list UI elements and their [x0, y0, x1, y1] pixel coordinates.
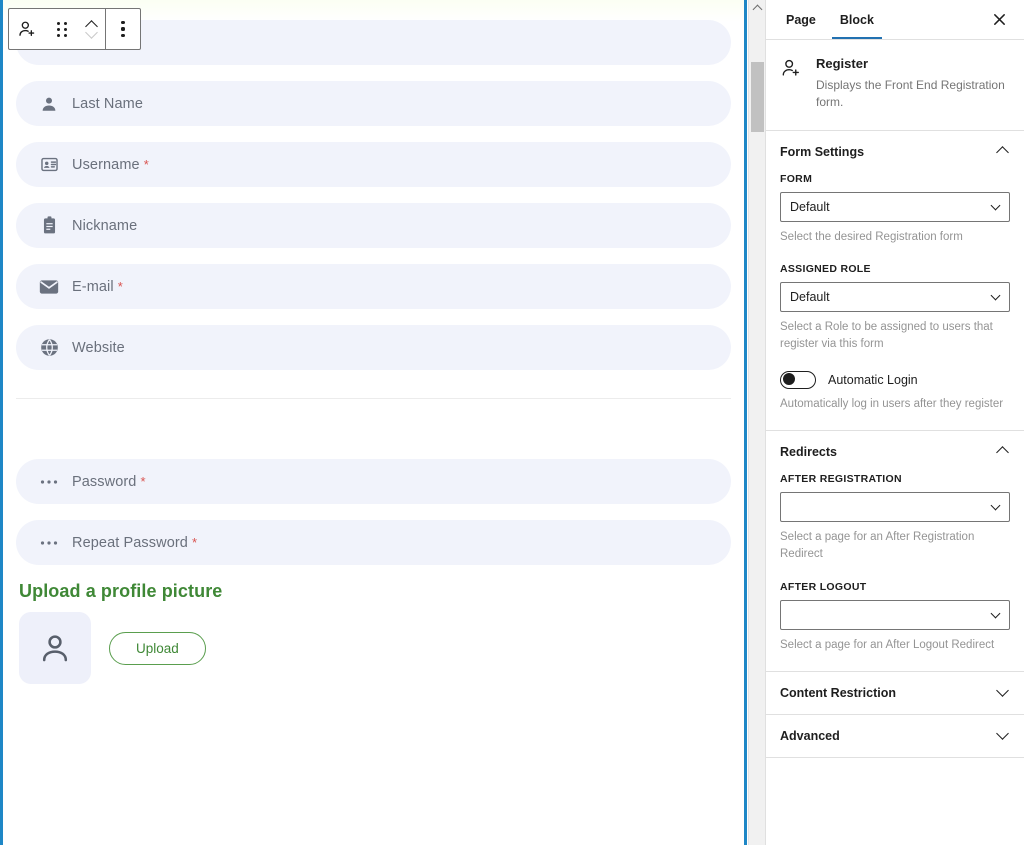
clipboard-icon: [38, 215, 60, 237]
editor-scrollbar[interactable]: [748, 0, 765, 845]
form-field-label: E-mail: [72, 278, 114, 295]
upload-profile-picture-button[interactable]: Upload: [109, 631, 206, 665]
automatic-login-row: Automatic Login: [780, 370, 1010, 389]
chevron-down-icon: [996, 688, 1010, 698]
required-marker: *: [143, 157, 149, 172]
chevron-down-icon: [991, 293, 1001, 300]
chevron-down-icon: [991, 503, 1001, 510]
form-divider: [16, 398, 731, 399]
person-icon: [38, 93, 60, 115]
panel-redirects-body: AFTER REGISTRATION Select a page for an …: [766, 473, 1024, 671]
panel-title: Form Settings: [780, 144, 865, 159]
assigned-role-select[interactable]: Default: [780, 282, 1010, 313]
panel-form-settings-body: FORM Default Select the desired Registra…: [766, 173, 1024, 431]
block-info-text: Register Displays the Front End Registra…: [816, 56, 1006, 112]
panel-title: Redirects: [780, 445, 837, 460]
panel-redirects: Redirects AFTER REGISTRATION Select a pa…: [766, 431, 1024, 673]
block-toolbar: [8, 8, 141, 50]
move-block-arrows[interactable]: [79, 9, 105, 49]
chevron-up-icon: [996, 447, 1010, 457]
form-spacer: [3, 427, 744, 459]
panel-form-settings-header[interactable]: Form Settings: [766, 131, 1024, 173]
panel-content-restriction-header[interactable]: Content Restriction: [766, 672, 1024, 714]
block-title: Register: [816, 56, 869, 71]
automatic-login-toggle[interactable]: [780, 370, 816, 389]
field-label-form: FORM: [780, 172, 813, 185]
more-options-icon[interactable]: [106, 9, 140, 49]
field-label-after-registration: AFTER REGISTRATION: [780, 473, 902, 486]
assigned-role-help: Select a Role to be assigned to users th…: [780, 321, 993, 351]
toggle-knob: [782, 373, 795, 386]
after-registration-help: Select a page for an After Registration …: [780, 531, 975, 561]
chevron-down-icon: [991, 203, 1001, 210]
selected-block-outline-right: [744, 0, 747, 845]
globe-icon: [38, 337, 60, 359]
after-logout-help: Select a page for an After Logout Redire…: [780, 638, 995, 651]
chevron-down-icon: [991, 611, 1001, 618]
panel-form-settings: Form Settings FORM Default Select the de…: [766, 131, 1024, 432]
chevron-up-icon: [996, 147, 1010, 157]
form-field-label: Password: [72, 473, 137, 490]
block-info-card: Register Displays the Front End Registra…: [766, 40, 1024, 131]
editor-screen: Last Name Username * Nickname E-mail * W…: [0, 0, 1024, 845]
panel-content-restriction: Content Restriction: [766, 672, 1024, 716]
after-registration-select[interactable]: [780, 492, 1010, 523]
required-marker: *: [191, 535, 198, 550]
block-toolbar-main-group: [9, 9, 105, 49]
close-icon[interactable]: [986, 7, 1012, 33]
avatar-placeholder-icon[interactable]: [19, 612, 91, 684]
register-user-add-icon[interactable]: [9, 9, 45, 49]
form-field-email[interactable]: E-mail *: [16, 264, 731, 309]
editor-canvas: Last Name Username * Nickname E-mail * W…: [0, 0, 748, 845]
chevron-down-icon: [996, 731, 1010, 741]
form-field-label: Nickname: [72, 217, 138, 234]
form-select-value: Default: [790, 199, 830, 214]
automatic-login-label: Automatic Login: [828, 372, 918, 387]
sidebar-tabs: Page Block: [766, 0, 1024, 40]
panel-advanced: Advanced: [766, 715, 1024, 759]
form-field-password[interactable]: Password *: [16, 459, 731, 504]
required-marker: *: [117, 279, 123, 294]
form-field-last-name[interactable]: Last Name: [16, 81, 731, 126]
registration-form: Last Name Username * Nickname E-mail * W…: [3, 0, 744, 684]
required-marker: *: [140, 474, 146, 489]
form-select[interactable]: Default: [780, 191, 1010, 222]
tab-page[interactable]: Page: [774, 1, 828, 38]
register-user-add-icon: [780, 57, 804, 112]
form-field-username[interactable]: Username *: [16, 142, 731, 187]
ellipsis-icon: [38, 532, 60, 554]
form-field-repeat-password[interactable]: Repeat Password *: [16, 520, 731, 565]
field-label-after-logout: AFTER LOGOUT: [780, 580, 867, 593]
field-label-assigned-role: ASSIGNED ROLE: [780, 263, 871, 276]
block-description: Displays the Front End Registration form…: [816, 78, 1005, 110]
panel-advanced-header[interactable]: Advanced: [766, 715, 1024, 757]
tab-block[interactable]: Block: [828, 1, 886, 39]
block-settings-sidebar: Page Block Register Displays the Front E…: [765, 0, 1024, 845]
form-field-label: Repeat Password: [72, 534, 188, 551]
drag-handle-icon[interactable]: [45, 9, 79, 49]
after-logout-select[interactable]: [780, 599, 1010, 630]
ellipsis-icon: [38, 471, 60, 493]
panel-redirects-header[interactable]: Redirects: [766, 431, 1024, 473]
id-card-icon: [38, 154, 60, 176]
envelope-icon: [38, 276, 60, 298]
assigned-role-value: Default: [790, 290, 830, 305]
scrollbar-up-arrow-icon[interactable]: [753, 4, 762, 10]
panel-title: Advanced: [780, 729, 840, 744]
form-field-nickname[interactable]: Nickname: [16, 203, 731, 248]
form-field-label: Last Name: [72, 95, 144, 112]
move-down-icon: [86, 29, 99, 37]
automatic-login-help: Automatically log in users after they re…: [780, 397, 1004, 410]
form-select-help: Select the desired Registration form: [780, 230, 963, 243]
profile-picture-row: Upload: [19, 612, 744, 684]
profile-picture-title: Upload a profile picture: [19, 581, 223, 601]
form-field-label: Website: [72, 339, 125, 356]
form-field-website[interactable]: Website: [16, 325, 731, 370]
form-field-label: Username: [72, 156, 140, 173]
block-toolbar-options-group: [106, 9, 140, 49]
scrollbar-thumb[interactable]: [751, 62, 764, 132]
panel-title: Content Restriction: [780, 686, 896, 701]
